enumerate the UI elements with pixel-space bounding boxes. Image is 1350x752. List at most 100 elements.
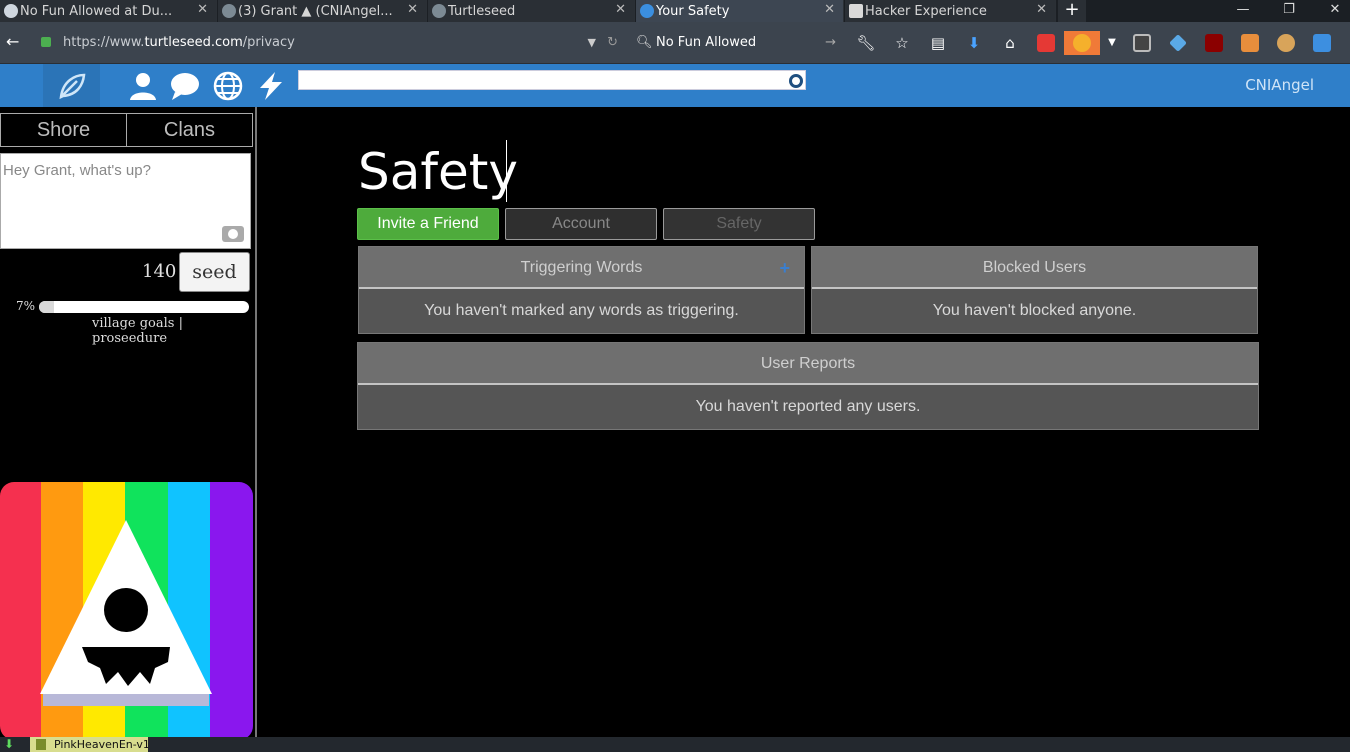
panel-header: User Reports (358, 343, 1258, 385)
account-button[interactable]: Account (505, 208, 657, 240)
triggering-words-panel: Triggering Words + You haven't marked an… (358, 246, 805, 334)
tab-label: (3) Grant ▲ (CNIAngel... (238, 3, 393, 19)
download-bar: ⬇ PinkHeavenEn-v1111... (0, 737, 1350, 752)
url-bar[interactable]: https://www.turtleseed.com/privacy ▼ ↻ (33, 30, 626, 56)
composer-placeholder: Hey Grant, what's up? (3, 162, 151, 179)
tab-label: No Fun Allowed at Du... (20, 3, 173, 19)
panel-title: Triggering Words (520, 259, 643, 276)
download-item[interactable]: PinkHeavenEn-v1111... (30, 737, 148, 752)
panel-header: Triggering Words + (359, 247, 804, 289)
toolbar-icons: 🔧︎ ☆ ▤ ⬇ ⌂ ▼ ☰ (848, 31, 1350, 55)
addon-red-icon[interactable] (1028, 31, 1064, 55)
tab-clans[interactable]: Clans (126, 114, 252, 146)
panel-title: User Reports (760, 355, 856, 372)
rainbow-pyramid-artwork (0, 482, 253, 740)
hx-icon (849, 4, 863, 18)
panel-header: Blocked Users (812, 247, 1257, 289)
search-icon: 🔍︎ (636, 35, 653, 50)
new-tab-button[interactable]: + (1058, 0, 1086, 22)
sidebar-tabs: Shore Clans (0, 113, 253, 147)
download-icon[interactable]: ⬇ (956, 31, 992, 55)
back-arrow-icon[interactable]: ← (6, 32, 19, 51)
tab-label: Hacker Experience (865, 3, 987, 19)
panel-body: You haven't blocked anyone. (812, 289, 1257, 333)
site-search-input[interactable] (298, 70, 806, 90)
window-close-icon[interactable]: ✕ (1320, 0, 1350, 22)
browser-tab-strip: No Fun Allowed at Du... ✕ (3) Grant ▲ (C… (0, 0, 1350, 22)
add-icon[interactable]: + (779, 247, 790, 289)
tab-label: Your Safety (656, 3, 730, 19)
addon-orange-icon[interactable] (1064, 31, 1100, 55)
invite-friend-button[interactable]: Invite a Friend (357, 208, 499, 240)
panel-title: Blocked Users (982, 259, 1087, 276)
tab-shore[interactable]: Shore (1, 114, 126, 146)
progress-label: 7% (16, 299, 36, 313)
search-value: No Fun Allowed (656, 35, 757, 50)
reload-icon[interactable]: ↻ (607, 30, 618, 56)
username-link[interactable]: CNIAngel (1245, 76, 1314, 94)
minimize-icon[interactable]: — (1228, 0, 1258, 22)
chevron-down-icon[interactable]: ▼ (588, 30, 596, 56)
post-composer-input[interactable]: Hey Grant, what's up? (0, 153, 251, 249)
chat-bubble-icon[interactable] (169, 70, 201, 102)
browser-nav-bar: ← https://www.turtleseed.com/privacy ▼ ↻… (0, 22, 1350, 64)
browser-tab-5[interactable]: Hacker Experience ✕ (845, 0, 1056, 22)
go-arrow-icon[interactable]: → (825, 30, 836, 56)
close-icon[interactable]: ✕ (407, 2, 418, 17)
browser-tab-4[interactable]: Your Safety ✕ (636, 0, 844, 22)
close-icon[interactable]: ✕ (824, 2, 835, 17)
char-count: 140 (142, 261, 177, 282)
lock-icon (41, 37, 51, 47)
addon-diamond-icon[interactable] (1160, 31, 1196, 55)
tab-label: Turtleseed (448, 3, 516, 19)
url-path: /privacy (242, 35, 295, 50)
addon-s-icon[interactable] (1124, 31, 1160, 55)
panel-body: You haven't marked any words as triggeri… (359, 289, 804, 333)
download-arrow-icon: ⬇ (4, 737, 15, 751)
search-icon[interactable] (789, 74, 803, 88)
addon-blue-icon[interactable] (1304, 31, 1340, 55)
page-title: Safety (358, 143, 518, 201)
globe-icon[interactable] (212, 70, 244, 102)
camera-icon[interactable] (222, 226, 244, 242)
seed-button[interactable]: seed (179, 252, 250, 292)
progress-fill (39, 301, 54, 313)
close-icon[interactable]: ✕ (1036, 2, 1047, 17)
url-prefix: https://www. (63, 35, 145, 50)
close-icon[interactable]: ✕ (615, 2, 626, 17)
text-caret (506, 140, 507, 202)
home-icon[interactable]: ⌂ (992, 31, 1028, 55)
close-icon[interactable]: ✕ (197, 2, 208, 17)
browser-tab-2[interactable]: (3) Grant ▲ (CNIAngel... ✕ (218, 0, 427, 22)
turtleseed-leaf-icon (432, 4, 446, 18)
profile-icon[interactable] (127, 70, 159, 102)
ublock-icon[interactable] (1196, 31, 1232, 55)
url-domain: turtleseed.com (144, 35, 243, 50)
safety-button[interactable]: Safety (663, 208, 815, 240)
village-links[interactable]: village goals | proseedure (92, 316, 255, 346)
restore-icon[interactable]: ❐ (1274, 0, 1304, 22)
turtleseed-leaf-icon (222, 4, 236, 18)
browser-tab-3[interactable]: Turtleseed ✕ (428, 0, 635, 22)
leaf-icon (58, 73, 85, 99)
bookmark-star-icon[interactable]: ☆ (884, 31, 920, 55)
addon-cat-icon[interactable] (1268, 31, 1304, 55)
pyramid-eye-image (0, 482, 253, 740)
site-header: CNIAngel (0, 64, 1350, 107)
globe-icon (4, 4, 18, 18)
wrench-icon[interactable]: 🔧︎ (848, 31, 884, 55)
dropdown-icon[interactable]: ▼ (1100, 31, 1124, 55)
user-reports-panel: User Reports You haven't reported any us… (357, 342, 1259, 430)
browser-tab-1[interactable]: No Fun Allowed at Du... ✕ (0, 0, 217, 22)
turtleseed-leaf-icon (640, 4, 654, 18)
file-icon (36, 739, 46, 750)
village-goal-progress (39, 301, 249, 313)
addon-fox-icon[interactable] (1232, 31, 1268, 55)
turtleseed-logo[interactable] (43, 64, 100, 107)
lightning-icon[interactable] (255, 70, 287, 102)
sidebar: Shore Clans Hey Grant, what's up? 140 se… (0, 107, 257, 740)
browser-search-box[interactable]: 🔍︎ No Fun Allowed → (630, 30, 840, 56)
blocked-users-panel: Blocked Users You haven't blocked anyone… (811, 246, 1258, 334)
reading-list-icon[interactable]: ▤ (920, 31, 956, 55)
panel-body: You haven't reported any users. (358, 385, 1258, 429)
